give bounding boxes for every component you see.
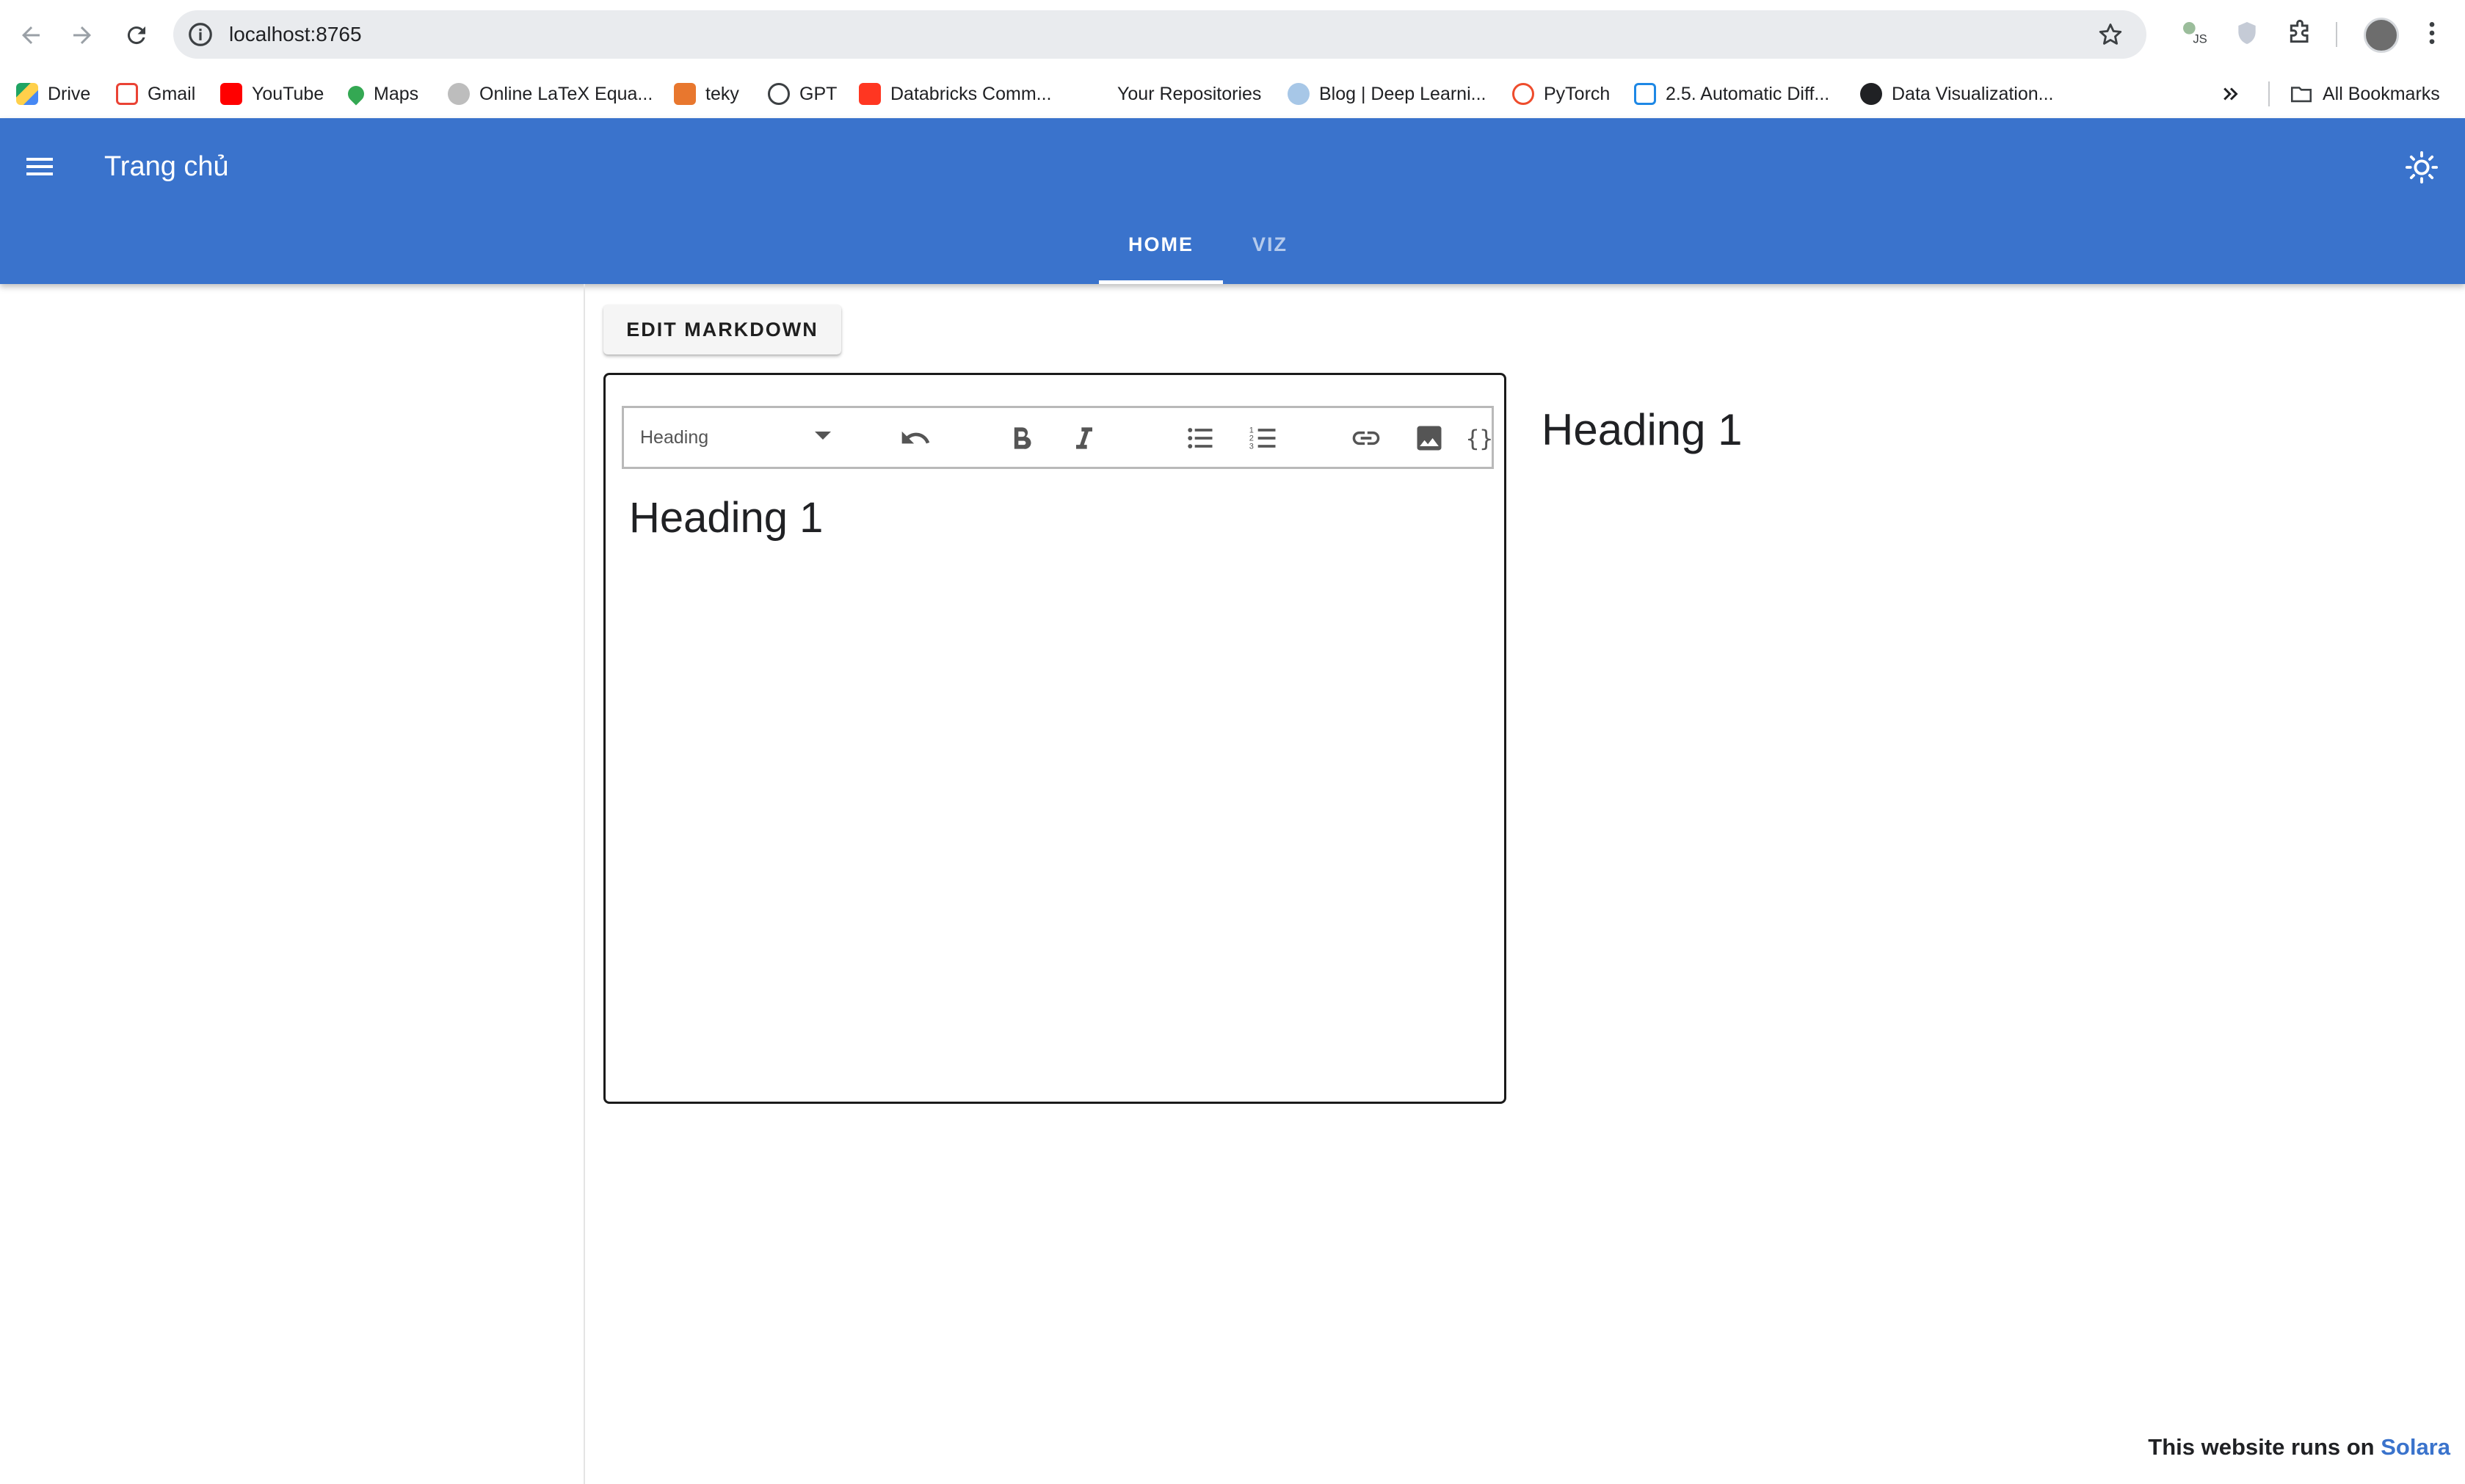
edit-markdown-button[interactable]: EDIT MARKDOWN — [603, 305, 841, 354]
bookmark-label: YouTube — [252, 83, 324, 104]
reload-icon[interactable] — [116, 15, 157, 56]
bookmark-teky[interactable]: teky — [674, 70, 739, 118]
bookmark-blog[interactable]: Blog | Deep Learni... — [1288, 70, 1486, 118]
bookmark-data-viz[interactable]: Data Visualization... — [1860, 70, 2054, 118]
browser-toolbar: localhost:8765 JS — [0, 0, 2465, 70]
bookmark-label: Maps — [374, 83, 419, 104]
bookmarks-bar: Drive Gmail YouTube Maps Online LaTeX Eq… — [0, 70, 2465, 118]
tab-home[interactable]: HOME — [1099, 205, 1223, 284]
openai-icon — [768, 83, 790, 105]
bookmarks-divider — [2268, 81, 2270, 106]
bookmark-label: Gmail — [148, 83, 196, 104]
preview-heading-1: Heading 1 — [1542, 405, 1743, 454]
bookmark-repositories[interactable]: Your Repositories — [1117, 70, 1261, 118]
url-text[interactable]: localhost:8765 — [229, 10, 362, 59]
link-icon[interactable] — [1349, 421, 1383, 455]
tab-bar: HOME VIZ — [1099, 205, 1317, 284]
bookmark-label: Blog | Deep Learni... — [1319, 83, 1486, 104]
more-menu-icon[interactable] — [2415, 16, 2449, 50]
blog-icon — [1288, 83, 1310, 105]
folder-icon — [2290, 87, 2312, 103]
footer-label: This website runs on — [2148, 1434, 2381, 1460]
bookmark-label: Drive — [48, 83, 91, 104]
js-extension-icon[interactable]: JS — [2177, 16, 2211, 50]
globe-icon — [1860, 83, 1882, 105]
maps-icon — [344, 82, 368, 106]
bookmark-label: PyTorch — [1544, 83, 1611, 104]
drive-icon — [16, 83, 38, 105]
bookmark-label: GPT — [799, 83, 838, 104]
bookmark-latex[interactable]: Online LaTeX Equa... — [448, 70, 653, 118]
bulleted-list-icon[interactable] — [1183, 421, 1217, 455]
italic-icon[interactable] — [1067, 421, 1101, 455]
heading-select[interactable]: Heading — [640, 408, 831, 467]
address-bar[interactable]: localhost:8765 — [173, 10, 2146, 59]
bookmark-label: Your Repositories — [1117, 83, 1262, 104]
databricks-icon — [859, 83, 881, 105]
bookmark-d2l[interactable]: 2.5. Automatic Diff... — [1634, 70, 1829, 118]
gmail-icon — [116, 83, 138, 105]
hamburger-menu-icon[interactable] — [22, 149, 57, 184]
editor-toolbar: Heading 123 {} — [622, 406, 1494, 469]
app-title: Trang chủ — [104, 151, 229, 182]
extensions-puzzle-icon[interactable] — [2283, 16, 2317, 50]
d2l-icon — [1634, 83, 1656, 105]
editor-heading-1[interactable]: Heading 1 — [629, 492, 823, 544]
bookmark-youtube[interactable]: YouTube — [220, 70, 324, 118]
heading-select-value: Heading — [640, 426, 709, 448]
tab-viz[interactable]: VIZ — [1223, 205, 1317, 284]
numbered-list-icon[interactable]: 123 — [1246, 421, 1280, 455]
gear-icon — [448, 83, 470, 105]
forward-icon[interactable] — [62, 15, 103, 56]
bold-icon[interactable] — [1004, 421, 1038, 455]
svg-text:JS: JS — [2193, 32, 2207, 46]
bookmark-pytorch[interactable]: PyTorch — [1512, 70, 1610, 118]
all-bookmarks-button[interactable]: All Bookmarks — [2289, 70, 2440, 118]
bookmark-label: Databricks Comm... — [890, 83, 1052, 104]
undo-icon[interactable] — [898, 421, 932, 455]
bookmarks-overflow-icon[interactable] — [2220, 70, 2242, 118]
teky-icon — [674, 83, 696, 105]
markdown-editor: Heading 123 {} Heading 1 — [603, 373, 1506, 1104]
svg-text:3: 3 — [1249, 443, 1254, 451]
pytorch-icon — [1512, 83, 1534, 105]
toolbar-divider — [2336, 22, 2337, 47]
bookmark-star-icon[interactable] — [2096, 21, 2124, 48]
solara-link[interactable]: Solara — [2381, 1434, 2450, 1460]
bookmark-drive[interactable]: Drive — [16, 70, 90, 118]
site-info-icon[interactable] — [186, 21, 214, 48]
back-icon[interactable] — [10, 15, 51, 56]
shield-extension-icon[interactable] — [2230, 16, 2264, 50]
app-bar: Trang chủ HOME VIZ — [0, 118, 2465, 284]
code-block-icon[interactable]: {} — [1462, 421, 1496, 455]
bookmark-label: 2.5. Automatic Diff... — [1666, 83, 1830, 104]
bookmark-gmail[interactable]: Gmail — [116, 70, 195, 118]
all-bookmarks-label: All Bookmarks — [2323, 83, 2440, 104]
bookmark-label: Online LaTeX Equa... — [479, 83, 653, 104]
footer-text: This website runs on Solara — [2148, 1434, 2450, 1461]
svg-text:{}: {} — [1466, 426, 1494, 452]
bookmark-gpt[interactable]: GPT — [768, 70, 837, 118]
image-icon[interactable] — [1412, 421, 1446, 455]
sidebar-divider — [584, 284, 585, 1484]
bookmark-label: teky — [705, 83, 739, 104]
dropdown-caret-icon — [815, 432, 831, 440]
youtube-icon — [220, 83, 242, 105]
bookmark-label: Data Visualization... — [1892, 83, 2054, 104]
bookmark-maps[interactable]: Maps — [344, 70, 419, 118]
bookmark-databricks[interactable]: Databricks Comm... — [859, 70, 1051, 118]
theme-toggle-icon[interactable] — [2405, 150, 2439, 184]
profile-avatar[interactable] — [2364, 18, 2399, 53]
